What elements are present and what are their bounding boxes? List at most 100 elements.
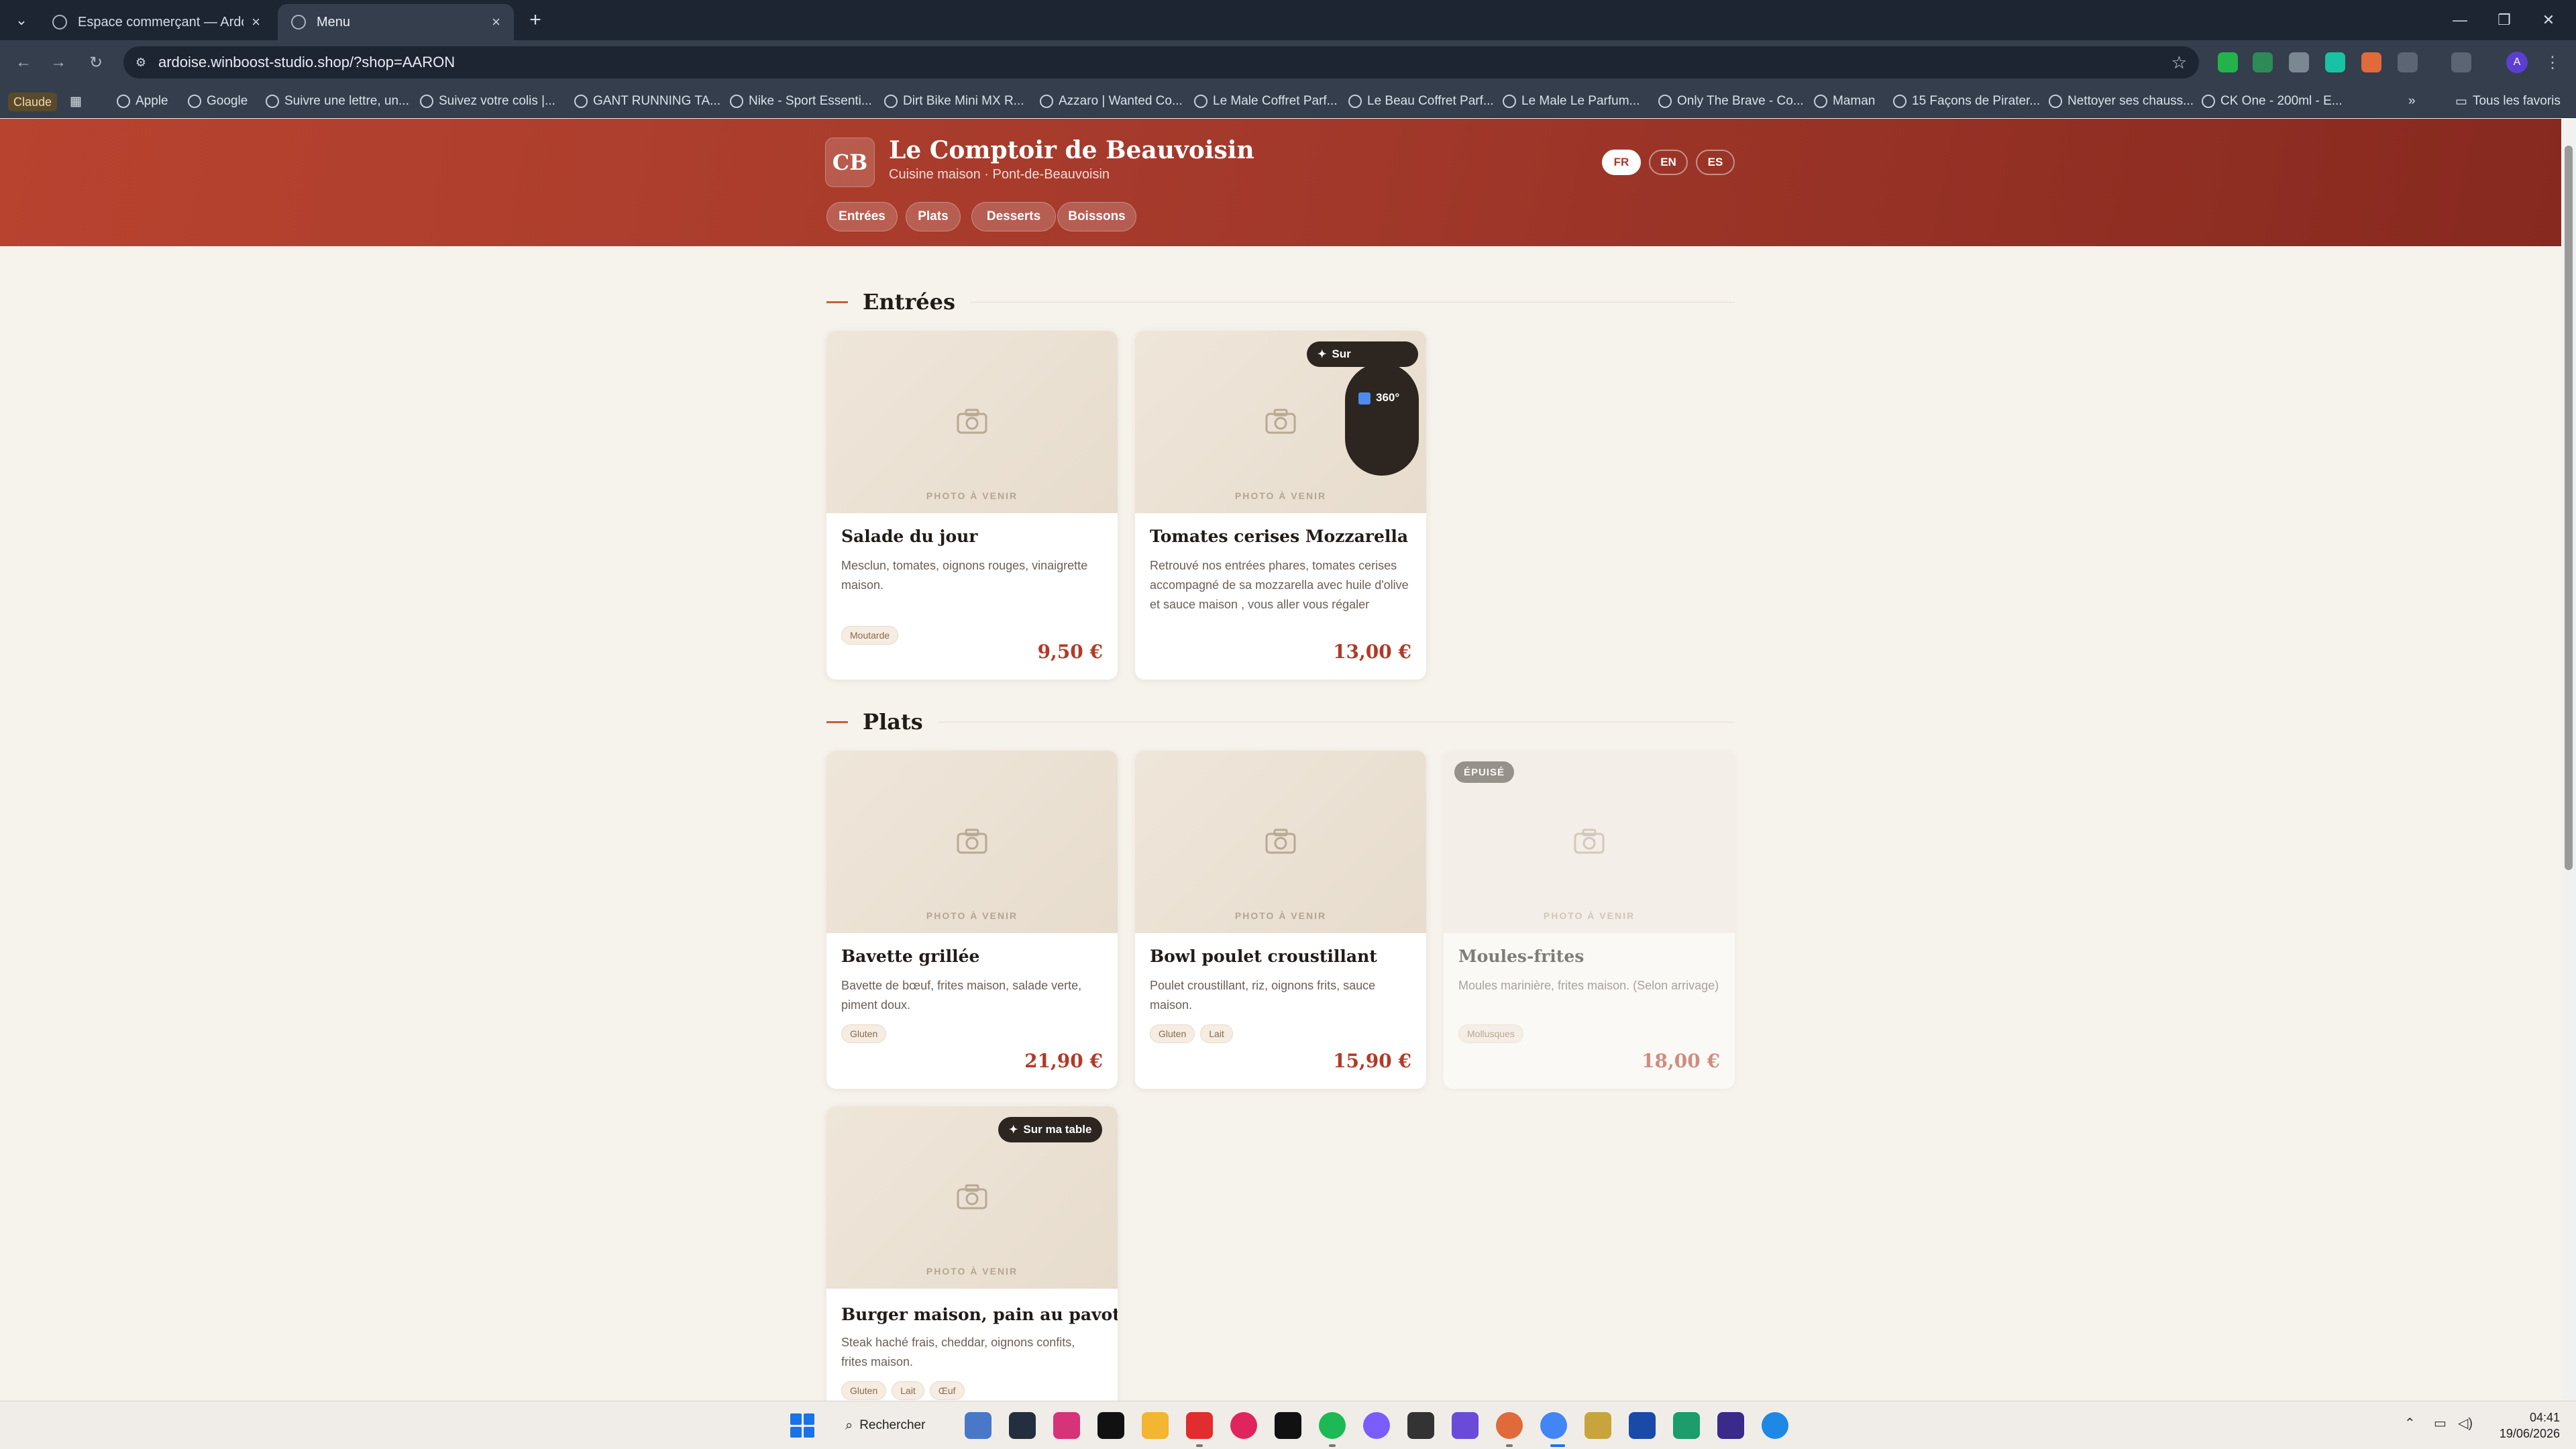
bookmark-item[interactable]: Suivre une lettre, un...: [266, 93, 409, 110]
menu-item-card[interactable]: PHOTO À VENIR ✦ Sur ma table Burger maiso…: [826, 1106, 1118, 1401]
tray-chevron-icon[interactable]: ⌃: [2404, 1415, 2416, 1432]
bookmark-claude[interactable]: Claude: [8, 93, 58, 111]
bookmark-item[interactable]: Suivez votre colis |...: [420, 93, 555, 110]
extension-icon[interactable]: [2289, 52, 2309, 72]
taskbar-clock[interactable]: 04:41 19/06/2026: [2486, 1409, 2560, 1442]
item-price: 9,50 €: [1037, 641, 1103, 663]
notepad-app-icon[interactable]: [1585, 1412, 1611, 1439]
app-icon[interactable]: [1717, 1412, 1744, 1439]
extensions-puzzle-icon[interactable]: [2398, 52, 2418, 72]
timer-app-icon[interactable]: [1407, 1412, 1434, 1439]
bookmark-item[interactable]: 15 Façons de Pirater...: [1893, 93, 2040, 110]
sur-ma-table-badge[interactable]: ✦ Sur ma table: [998, 1117, 1103, 1142]
network-icon[interactable]: ▭: [2434, 1415, 2447, 1432]
bookmark-favicon: [2202, 95, 2215, 108]
menu-kebab-icon[interactable]: ⋮: [2540, 50, 2565, 75]
windows-start-icon[interactable]: [790, 1413, 814, 1438]
bookmark-item[interactable]: Le Male Coffret Parf...: [1194, 93, 1338, 110]
camera-icon: [957, 1184, 987, 1210]
bookmark-favicon: [1893, 95, 1907, 108]
volume-icon[interactable]: ◁): [2458, 1415, 2473, 1432]
photo-placeholder-label: PHOTO À VENIR: [1234, 490, 1327, 501]
all-bookmarks-folder[interactable]: ▭ Tous les favoris: [2455, 93, 2561, 110]
bookmark-item[interactable]: Maman: [1814, 93, 1875, 110]
tab-espace-commercant[interactable]: Espace commerçant — Ardoise ×: [39, 4, 274, 40]
menu-item-card[interactable]: PHOTO À VENIR Salade du jour Mesclun, to…: [826, 331, 1118, 680]
clock-time: 04:41: [2529, 1411, 2560, 1424]
spotify-app-icon[interactable]: [1319, 1412, 1346, 1439]
bookmark-item[interactable]: Nettoyer ses chauss...: [2049, 93, 2194, 110]
chrome-app-icon[interactable]: [1540, 1412, 1567, 1439]
youtube-app-icon[interactable]: [1186, 1412, 1213, 1439]
forward-icon[interactable]: →: [46, 50, 71, 75]
photo-placeholder: PHOTO À VENIR ✦ Sur 360°: [1135, 331, 1426, 513]
category-tab-boissons[interactable]: Boissons: [1057, 202, 1136, 231]
extension-icon[interactable]: [2218, 52, 2238, 72]
profile-avatar[interactable]: A: [2506, 52, 2528, 73]
folder-icon: ▭: [2455, 94, 2467, 109]
bookmark-star-icon[interactable]: ☆: [2171, 52, 2187, 73]
language-fr-button[interactable]: FR: [1602, 150, 1641, 175]
color-app-icon[interactable]: [1363, 1412, 1390, 1439]
bookmark-item[interactable]: GANT RUNNING TA...: [574, 93, 720, 110]
bolt-app-icon[interactable]: [1629, 1412, 1656, 1439]
view-360-label: 360°: [1376, 391, 1400, 404]
taskbar-search[interactable]: ⌕ Rechercher: [836, 1411, 942, 1440]
extension-icon[interactable]: [2325, 52, 2345, 72]
bookmark-item[interactable]: Le Male Le Parfum...: [1503, 93, 1640, 110]
claude-app-icon[interactable]: [1496, 1412, 1523, 1439]
item-price: 13,00 €: [1333, 641, 1411, 663]
bookmark-item[interactable]: Dirt Bike Mini MX R...: [884, 93, 1024, 110]
category-tab-entrees[interactable]: Entrées: [826, 202, 898, 231]
category-tab-plats[interactable]: Plats: [906, 202, 961, 231]
menu-item-card[interactable]: PHOTO À VENIR Bavette grillée Bavette de…: [826, 751, 1118, 1089]
reload-icon[interactable]: ↻: [83, 50, 109, 75]
bookmark-item[interactable]: Only The Brave - Co...: [1658, 93, 1804, 110]
menu-item-card[interactable]: PHOTO À VENIR ✦ Sur 360° Tomates cerises …: [1135, 331, 1426, 680]
page-scrollbar[interactable]: [2561, 119, 2576, 1401]
claude-extension-icon[interactable]: [2361, 52, 2381, 72]
allergen-tag: Gluten: [1150, 1024, 1195, 1043]
file-explorer-icon[interactable]: [1142, 1412, 1169, 1439]
scrollbar-thumb[interactable]: [2565, 146, 2573, 870]
photo-placeholder: PHOTO À VENIR ÉPUISÉ: [1444, 751, 1735, 933]
item-name: Moules-frites: [1458, 947, 1585, 966]
purple-app-icon[interactable]: [1452, 1412, 1479, 1439]
address-bar[interactable]: ⚙ ardoise.winboost-studio.shop/?shop=AAR…: [123, 46, 2199, 78]
bookmark-favicon: [1503, 95, 1516, 108]
view-360-button[interactable]: 360°: [1345, 363, 1419, 476]
tab-menu[interactable]: Menu ×: [278, 4, 514, 40]
back-icon[interactable]: ←: [11, 50, 36, 75]
apps-grid-icon[interactable]: ▦: [70, 93, 82, 110]
bookmark-item[interactable]: Nike - Sport Essenti...: [730, 93, 872, 110]
language-es-button[interactable]: ES: [1696, 150, 1735, 175]
store-app-icon[interactable]: [965, 1412, 991, 1439]
netflix-app-icon[interactable]: [1097, 1412, 1124, 1439]
menu-item-card-sold-out[interactable]: PHOTO À VENIR ÉPUISÉ Moules-frites Moule…: [1444, 751, 1735, 1089]
more-bookmarks-icon[interactable]: »: [2408, 93, 2416, 110]
close-icon[interactable]: ×: [252, 13, 260, 31]
bookmark-item[interactable]: Apple: [117, 93, 168, 110]
bookmark-item[interactable]: Google: [188, 93, 248, 110]
tiktok-app-icon[interactable]: [1275, 1412, 1301, 1439]
menu-item-card[interactable]: PHOTO À VENIR Bowl poulet croustillant P…: [1135, 751, 1426, 1089]
bookmark-item[interactable]: Azzaro | Wanted Co...: [1040, 93, 1183, 110]
shield-extension-icon[interactable]: [2253, 52, 2273, 72]
bookmark-item[interactable]: CK One - 200ml - E...: [2202, 93, 2343, 110]
sur-ma-table-badge[interactable]: ✦ Sur: [1307, 341, 1418, 367]
site-info-icon[interactable]: ⚙: [133, 54, 149, 70]
reading-list-icon[interactable]: [2451, 52, 2471, 72]
instagram-app-icon[interactable]: [1053, 1412, 1080, 1439]
new-tab-icon[interactable]: +: [523, 8, 547, 32]
edge-app-icon[interactable]: [1762, 1412, 1788, 1439]
amazon-app-icon[interactable]: [1009, 1412, 1036, 1439]
section-title: Entrées: [863, 289, 956, 315]
category-tab-desserts[interactable]: Desserts: [971, 202, 1056, 231]
youtube-music-icon[interactable]: [1230, 1412, 1257, 1439]
close-icon[interactable]: ×: [492, 13, 500, 31]
window-close-icon[interactable]: ✕: [2520, 0, 2576, 40]
bookmark-item[interactable]: Le Beau Coffret Parf...: [1348, 93, 1494, 110]
language-en-button[interactable]: EN: [1649, 150, 1688, 175]
tab-search-icon[interactable]: ⌄: [8, 8, 35, 32]
shield-app-icon[interactable]: [1673, 1412, 1700, 1439]
